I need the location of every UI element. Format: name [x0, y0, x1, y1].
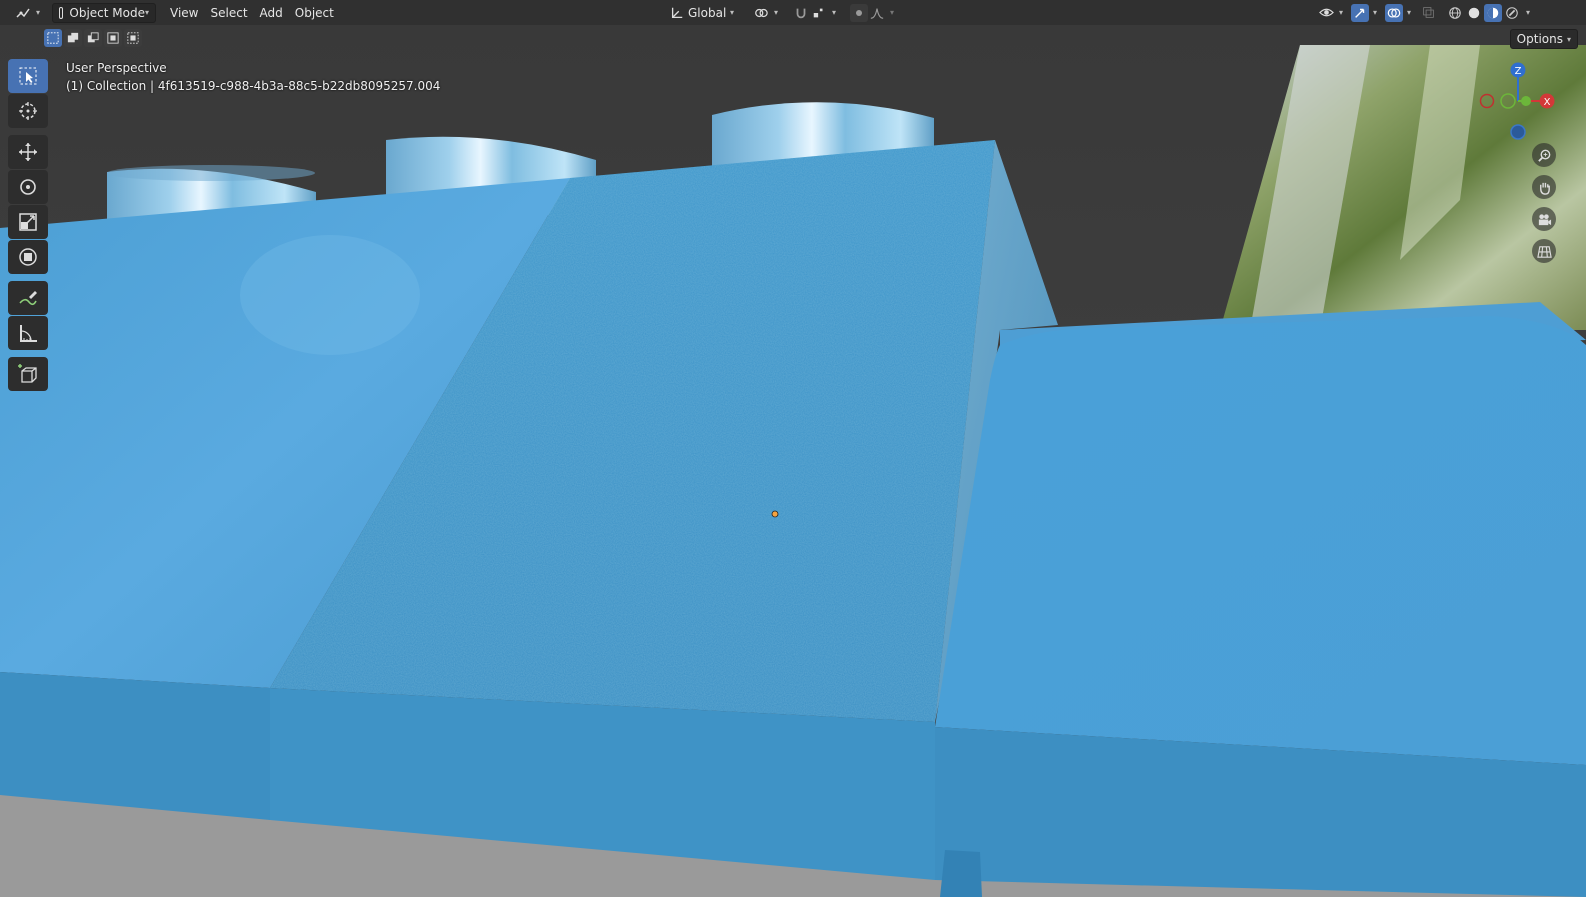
wireframe-shading-icon[interactable] — [1446, 4, 1464, 22]
tool-shelf — [8, 59, 48, 392]
snap-icon — [792, 4, 810, 22]
visibility-dropdown[interactable]: ▾ — [1314, 3, 1346, 23]
gizmo-icon — [1351, 3, 1370, 22]
select-extend-mode-button[interactable] — [64, 29, 82, 47]
proportional-icon — [850, 3, 869, 22]
add-cube-tool[interactable] — [8, 357, 48, 391]
add-cube-icon — [18, 364, 37, 383]
material-shading-icon[interactable] — [1484, 3, 1503, 22]
z-axis-label: Z — [1515, 66, 1522, 77]
proportional-toggle[interactable]: ▾ — [844, 3, 900, 23]
x-axis-label: X — [1544, 97, 1551, 108]
navigation-gizmo[interactable]: Z X — [1478, 61, 1558, 151]
select-invert-mode-button[interactable] — [104, 29, 122, 47]
collection-info-text: (1) Collection | 4f613519-c988-4b3a-88c5… — [66, 79, 441, 93]
orientation-icon — [668, 4, 686, 22]
menu-select[interactable]: Select — [205, 3, 254, 23]
select-subtract-mode-button[interactable] — [84, 29, 102, 47]
overlay-toggle[interactable]: ▾ — [1382, 3, 1414, 23]
menu-add[interactable]: Add — [254, 3, 289, 23]
shading-dropdown[interactable]: ▾ — [1526, 8, 1530, 17]
navigation-buttons — [1532, 143, 1556, 263]
xray-icon — [1419, 4, 1437, 22]
solid-shading-icon[interactable] — [1465, 4, 1483, 22]
cursor-tool[interactable] — [8, 94, 48, 128]
move-tool[interactable] — [8, 135, 48, 169]
orientation-label: Global — [688, 5, 727, 20]
editor-type-button[interactable]: ▾ — [8, 3, 46, 23]
transform-tool[interactable] — [8, 240, 48, 274]
rotate-tool[interactable] — [8, 170, 48, 204]
camera-view-button[interactable] — [1532, 207, 1556, 231]
orientation-dropdown[interactable]: Global ▾ — [662, 3, 740, 23]
viewport-info: User Perspective (1) Collection | 4f6135… — [66, 59, 440, 95]
selection-mode-group — [44, 29, 142, 47]
pan-button[interactable] — [1532, 175, 1556, 199]
options-dropdown[interactable]: Options ▾ — [1509, 29, 1578, 49]
annotate-icon — [19, 291, 37, 306]
pivot-dropdown[interactable]: ▾ — [746, 3, 784, 23]
3d-viewport[interactable]: Options ▾ User Perspective (1) Collectio… — [0, 25, 1586, 897]
neg-z-axis[interactable] — [1510, 124, 1526, 140]
editor-type-icon — [14, 4, 32, 22]
select-box-tool[interactable] — [8, 59, 48, 93]
header-bar: ▾ Object Mode ▾ View Select Add Object G… — [0, 0, 1586, 25]
pivot-icon — [752, 4, 770, 22]
gizmo-toggle[interactable]: ▾ — [1348, 3, 1380, 23]
menu-object[interactable]: Object — [289, 3, 340, 23]
options-label: Options — [1516, 32, 1563, 46]
mode-label: Object Mode — [69, 5, 145, 20]
xray-toggle[interactable] — [1416, 3, 1440, 23]
perspective-toggle-button[interactable] — [1532, 239, 1556, 263]
grid-icon — [1536, 245, 1552, 258]
select-new-mode-button[interactable] — [44, 29, 62, 47]
move-icon — [19, 143, 37, 161]
y-axis[interactable] — [1521, 96, 1531, 106]
annotate-tool[interactable] — [8, 281, 48, 315]
rendered-shading-icon[interactable] — [1503, 4, 1521, 22]
zoom-button[interactable] — [1532, 143, 1556, 167]
measure-icon — [20, 325, 37, 342]
menu-view[interactable]: View — [164, 3, 204, 23]
rotate-icon — [20, 179, 36, 195]
hand-icon — [1539, 182, 1550, 195]
measure-tool[interactable] — [8, 316, 48, 350]
falloff-icon[interactable] — [868, 4, 886, 22]
neg-x-axis[interactable] — [1479, 93, 1495, 109]
zoom-icon — [1537, 149, 1550, 162]
scale-icon — [19, 213, 37, 231]
cursor-icon — [19, 102, 37, 120]
snap-toggle[interactable]: ▾ — [786, 3, 842, 23]
overlay-icon — [1385, 3, 1404, 22]
object-mode-icon — [59, 6, 64, 19]
scale-tool[interactable] — [8, 205, 48, 239]
view-name-text: User Perspective — [66, 61, 167, 75]
select-intersect-mode-button[interactable] — [124, 29, 142, 47]
transform-icon — [19, 248, 37, 266]
snap-target-icon[interactable] — [810, 4, 828, 22]
select-box-icon — [19, 67, 37, 85]
visibility-icon — [1317, 4, 1335, 22]
neg-y-axis[interactable] — [1500, 93, 1516, 109]
mode-dropdown[interactable]: Object Mode ▾ — [52, 2, 157, 23]
camera-icon — [1538, 213, 1551, 225]
scene-render — [0, 25, 1586, 897]
